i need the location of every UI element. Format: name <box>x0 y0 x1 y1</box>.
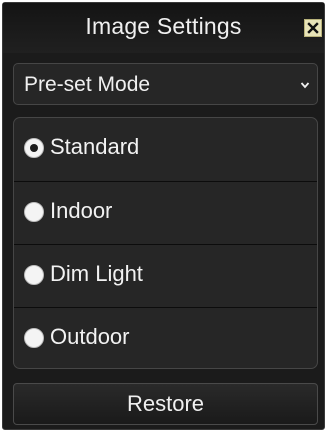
option-standard[interactable]: Standard <box>14 118 317 180</box>
radio-dim-light[interactable] <box>24 265 44 285</box>
close-button[interactable] <box>304 19 322 37</box>
chevron-down-icon <box>300 82 310 89</box>
radio-indoor[interactable] <box>24 202 44 222</box>
radio-standard[interactable] <box>24 138 44 158</box>
option-indoor[interactable]: Indoor <box>14 181 317 243</box>
preset-mode-select[interactable]: Pre-set Mode <box>13 63 318 105</box>
option-label-indoor: Indoor <box>50 198 113 223</box>
preset-mode-value: Pre-set Mode <box>24 73 151 96</box>
option-label-outdoor: Outdoor <box>50 324 130 349</box>
option-dim-light[interactable]: Dim Light <box>14 244 317 306</box>
option-outdoor[interactable]: Outdoor <box>14 307 317 368</box>
option-label-dim-light: Dim Light <box>50 261 143 286</box>
option-label-standard: Standard <box>50 134 140 159</box>
close-icon <box>307 22 319 34</box>
dialog-title: Image Settings <box>85 13 242 39</box>
mode-options-panel: Standard Indoor Dim Light Outdoor <box>13 117 318 369</box>
title-bar: Image Settings <box>3 3 324 53</box>
radio-outdoor[interactable] <box>24 328 44 348</box>
restore-button[interactable]: Restore <box>13 383 318 425</box>
image-settings-dialog: Image Settings Pre-set Mode Standard Ind… <box>2 2 325 430</box>
